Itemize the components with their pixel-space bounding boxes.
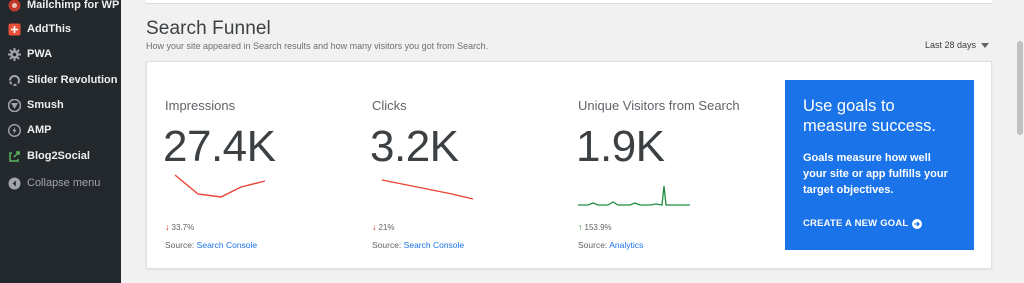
change-value: 153.9% (584, 222, 612, 232)
caret-down-icon (981, 42, 990, 48)
source-link-analytics[interactable]: Analytics (609, 240, 643, 250)
metric-clicks: Clicks 3.2K ↓ 21% Source: Search Console (370, 62, 572, 268)
create-goal-button[interactable]: CREATE A NEW GOAL (803, 218, 923, 229)
impressions-sparkline (174, 174, 266, 198)
clicks-sparkline (381, 179, 474, 200)
blog2social-icon (7, 149, 21, 163)
goals-cta-panel: Use goals to measure success. Goals meas… (785, 80, 974, 250)
sidebar-item-smush[interactable]: Smush (0, 92, 121, 118)
metric-label: Impressions (165, 98, 236, 113)
metric-source: Source: Analytics (578, 240, 643, 250)
metric-value: 27.4K (163, 122, 276, 171)
sidebar-item-addthis[interactable]: AddThis (0, 16, 121, 42)
sidebar-item-label: Mailchimp for WP (27, 0, 120, 11)
metric-unique-visitors: Unique Visitors from Search 1.9K ↑ 153.9… (576, 62, 778, 268)
mailchimp-icon (7, 0, 21, 12)
metric-source: Source: Search Console (165, 240, 257, 250)
metric-impressions: Impressions 27.4K ↓ 33.7% Source: Search… (163, 62, 365, 268)
metric-change: ↓ 21% (372, 222, 395, 232)
sidebar-item-pwa[interactable]: PWA (0, 41, 121, 67)
cta-text: Goals measure how well your site or app … (803, 152, 948, 196)
create-goal-label: CREATE A NEW GOAL (803, 218, 909, 229)
sidebar-item-label: AddThis (27, 23, 71, 35)
arrow-right-circle-icon (912, 218, 923, 229)
metric-change: ↓ 33.7% (165, 222, 194, 232)
section-title: Search Funnel (146, 18, 271, 39)
source-link-search-console[interactable]: Search Console (197, 240, 257, 250)
sidebar-item-label: Smush (27, 99, 64, 111)
unique-visitors-sparkline (578, 185, 690, 206)
admin-sidebar: Mailchimp for WP AddThis PWA Slider Revo… (0, 0, 121, 283)
previous-card-edge (146, 0, 992, 4)
sidebar-item-amp[interactable]: AMP (0, 117, 121, 143)
source-link-search-console[interactable]: Search Console (404, 240, 464, 250)
metric-value: 1.9K (576, 122, 665, 171)
arrow-up-icon: ↑ (578, 222, 583, 232)
collapse-menu-button[interactable]: Collapse menu (0, 170, 121, 196)
metric-label: Clicks (372, 98, 407, 113)
source-prefix: Source: (578, 240, 608, 250)
date-range-label: Last 28 days (925, 40, 977, 50)
search-funnel-card: Impressions 27.4K ↓ 33.7% Source: Search… (146, 61, 992, 269)
arrow-down-icon: ↓ (165, 222, 170, 232)
source-prefix: Source: (372, 240, 402, 250)
arrow-down-icon: ↓ (372, 222, 377, 232)
page-scrollbar[interactable] (1016, 0, 1024, 283)
smush-icon (7, 98, 21, 112)
scrollbar-thumb[interactable] (1017, 41, 1023, 135)
sidebar-item-label: AMP (27, 124, 52, 136)
sidebar-item-blog2social[interactable]: Blog2Social (0, 143, 121, 169)
sidebar-item-slider-revolution[interactable]: Slider Revolution (0, 67, 121, 93)
metric-label: Unique Visitors from Search (578, 98, 740, 113)
source-prefix: Source: (165, 240, 195, 250)
collapse-menu-label: Collapse menu (27, 177, 101, 189)
metric-value: 3.2K (370, 122, 459, 171)
slider-revolution-icon (7, 73, 21, 87)
sidebar-item-label: Blog2Social (27, 150, 90, 162)
section-description: How your site appeared in Search results… (146, 41, 489, 51)
sidebar-item-label: Slider Revolution (27, 74, 118, 86)
addthis-icon (7, 22, 21, 36)
metric-change: ↑ 153.9% (578, 222, 612, 232)
cta-title: Use goals to measure success. (803, 97, 936, 135)
gear-icon (7, 47, 21, 61)
change-value: 33.7% (171, 222, 195, 232)
metric-source: Source: Search Console (372, 240, 464, 250)
date-range-dropdown[interactable]: Last 28 days (925, 40, 990, 50)
sidebar-item-label: PWA (27, 48, 53, 60)
change-value: 21% (378, 222, 395, 232)
amp-icon (7, 123, 21, 137)
collapse-arrow-icon (7, 176, 21, 190)
